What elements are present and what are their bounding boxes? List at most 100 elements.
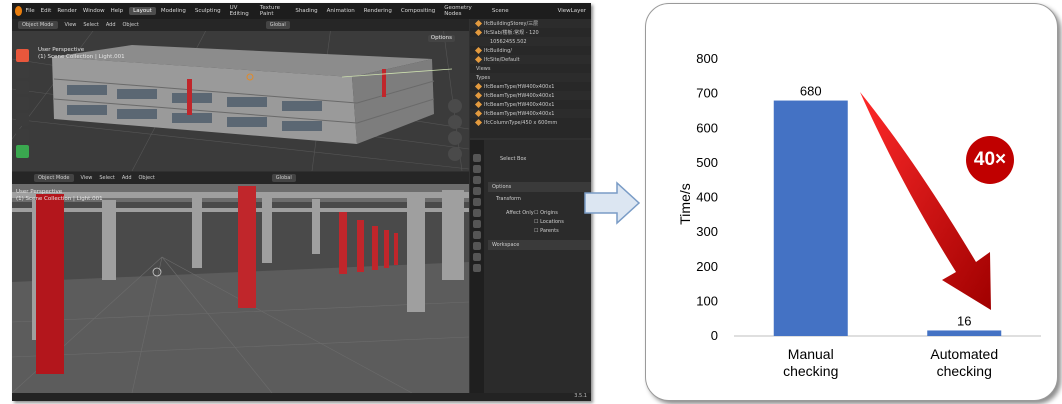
mode-dropdown-bottom[interactable]: Object Mode [34,174,74,182]
status-bar: 3.5.1 [12,393,591,401]
checkbox-locations[interactable]: ☐ Locations [534,219,564,225]
outliner-item[interactable]: Views [470,64,591,73]
physics-tab-icon[interactable] [473,242,481,250]
bar-chart: 0 100 200 300 400 500 600 700 800 680 16 Time/s [677,51,1041,343]
checkbox-parents[interactable]: ☐ Parents [534,228,559,234]
workspace-tab-layout[interactable]: Layout [129,7,156,15]
outliner-item-label: IfcSlab/楼板:常规 - 120 [484,30,539,36]
grid-icon[interactable] [448,147,462,161]
scale-tool-icon[interactable] [16,113,29,126]
transition-arrow-icon [584,181,641,225]
outliner-item[interactable]: IfcBeamType/HW400x400x1 [470,82,591,91]
workspace-tab-rendering[interactable]: Rendering [360,7,396,15]
outliner-item[interactable]: IfcBuildingStorey/三层 [470,19,591,28]
rotate-tool-icon[interactable] [16,97,29,110]
menu-object[interactable]: Object [123,22,139,28]
object-icon [474,46,483,55]
zoom-icon[interactable] [448,99,462,113]
workspace-tab-uv-editing[interactable]: UV Editing [226,4,255,18]
options-dropdown[interactable]: Options [427,35,455,42]
data-tab-icon[interactable] [473,264,481,272]
select-tool-icon[interactable] [16,49,29,62]
menu-select-bottom[interactable]: Select [99,175,114,181]
outliner-item[interactable]: IfcBeamType/HW400x400x1 [470,91,591,100]
outliner-item-label: IfcBuildingStorey/三层 [484,21,539,27]
speedup-badge: 40× [966,136,1014,184]
chart-card: 0 100 200 300 400 500 600 700 800 680 16 Time/s 4… [645,3,1058,401]
workspace-tab-shading[interactable]: Shading [291,7,321,15]
y-tick-label: 300 [696,224,718,239]
menu-select[interactable]: Select [83,22,98,28]
workspace-tab-geometry-nodes[interactable]: Geometry Nodes [440,4,483,18]
workspace-tab-texture-paint[interactable]: Texture Paint [256,4,290,18]
object-icon [474,28,483,37]
checkbox-origins[interactable]: ☐ Origins [534,210,558,216]
menu-view-bottom[interactable]: View [81,175,93,181]
transform-label[interactable]: Transform [496,196,521,202]
scene-tab-icon[interactable] [473,198,481,206]
checkbox-parents-label: Parents [540,228,559,234]
menu-render[interactable]: Render [57,8,77,14]
camera-icon[interactable] [448,131,462,145]
reduction-arrow-icon [860,92,991,310]
version-label: 3.5.1 [574,393,587,399]
outliner-panel: IfcBuildingStorey/三层 IfcSlab/楼板:常规 - 120… [470,19,591,138]
outliner-item[interactable]: IfcBeamType/HW400x400x1 [470,109,591,118]
viewport-bottom-header: Object Mode View Select Add Object Globa… [12,172,469,184]
viewport-bottom-scene [12,172,469,393]
output-tab-icon[interactable] [473,176,481,184]
viewport-bottom[interactable]: Object Mode View Select Add Object Globa… [12,172,469,393]
viewport-top-collection: (1) Scene Collection | Light.001 [38,54,125,60]
viewport-top-perspective: User Perspective [38,47,85,53]
outliner-item[interactable]: IfcBuilding/ [470,46,591,55]
menu-help[interactable]: Help [111,8,124,14]
y-tick-label: 600 [696,120,718,135]
menu-add[interactable]: Add [106,22,116,28]
object-icon [474,82,483,91]
workspace-tab-animation[interactable]: Animation [323,7,359,15]
viewport-top[interactable]: Object Mode View Select Add Object Globa… [12,19,469,171]
viewport-bottom-perspective: User Perspective [16,189,63,195]
object-tab-icon[interactable] [473,220,481,228]
render-tab-icon[interactable] [473,165,481,173]
workspace-section[interactable]: Workspace [488,240,591,250]
menu-add-bottom[interactable]: Add [122,175,132,181]
options-section[interactable]: Options [488,182,591,192]
blender-logo-icon[interactable] [15,6,23,16]
menu-view[interactable]: View [65,22,77,28]
modifier-tab-icon[interactable] [473,231,481,239]
orientation-dropdown-bottom[interactable]: Global [271,174,296,182]
y-tick-label: 400 [696,190,718,205]
workspace-tab-sculpting[interactable]: Sculpting [191,7,225,15]
menu-file[interactable]: File [25,8,34,14]
viewport-top-header: Object Mode View Select Add Object Globa… [12,19,469,31]
object-icon [474,100,483,109]
mode-dropdown[interactable]: Object Mode [18,21,58,29]
outliner-item[interactable]: IfcSite/Default [470,55,591,64]
transform-tool-icon[interactable] [16,129,29,142]
outliner-item[interactable]: IfcSlab/楼板:常规 - 120 [470,28,591,37]
move-tool-icon[interactable] [16,81,29,94]
menu-window[interactable]: Window [83,8,105,14]
view-layer-selector[interactable]: ViewLayer [554,7,590,15]
workspace-tab-compositing[interactable]: Compositing [397,7,439,15]
world-tab-icon[interactable] [473,209,481,217]
menu-edit[interactable]: Edit [41,8,52,14]
y-axis-label: Time/s [677,183,693,224]
add-cube-tool-icon[interactable] [16,145,29,158]
scene-selector[interactable]: Scene [488,7,513,15]
workspace-tab-modeling[interactable]: Modeling [157,7,190,15]
x-category-label-line: Automated [930,346,999,362]
outliner-item[interactable]: IfcColumnType/450 x 600mm [470,118,591,127]
pan-hand-icon[interactable] [448,115,462,129]
cursor-tool-icon[interactable] [16,65,29,78]
blender-window: File Edit Render Window Help Layout Mode… [12,3,591,401]
tool-tab-icon[interactable] [473,154,481,162]
outliner-item[interactable]: 10562455.502 [470,37,591,46]
orientation-dropdown[interactable]: Global [265,21,290,29]
constraints-tab-icon[interactable] [473,253,481,261]
view-layer-tab-icon[interactable] [473,187,481,195]
outliner-item[interactable]: Types [470,73,591,82]
outliner-item[interactable]: IfcBeamType/HW400x400x1 [470,100,591,109]
menu-object-bottom[interactable]: Object [139,175,155,181]
